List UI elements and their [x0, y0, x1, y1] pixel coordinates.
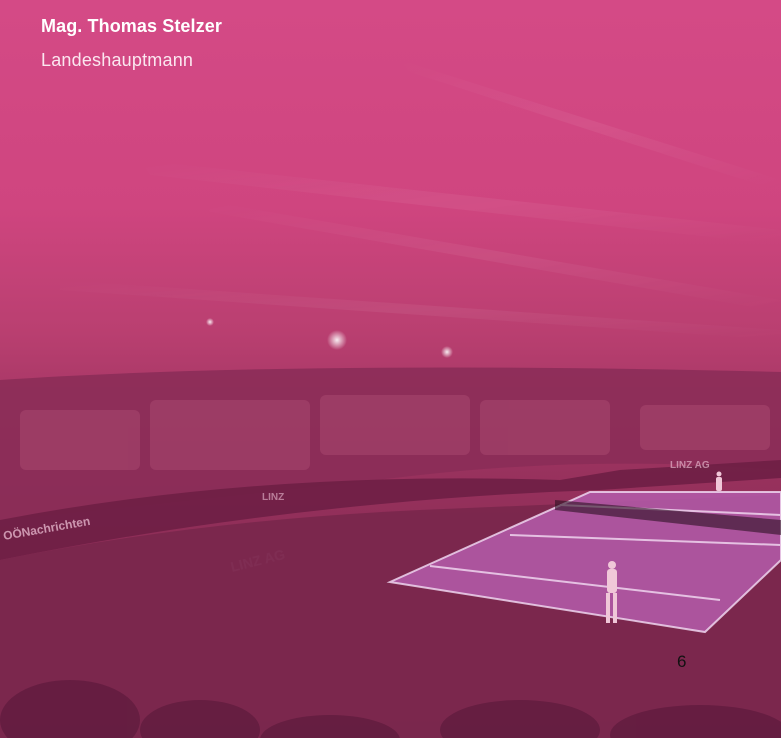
roof-light-beams: [60, 60, 781, 340]
document-page: OÖNachrichten LINZ AG LINZ LINZ AG: [0, 0, 781, 742]
svg-text:LINZ AG: LINZ AG: [670, 460, 710, 471]
bottom-edge: [0, 738, 781, 742]
arena-illustration: OÖNachrichten LINZ AG LINZ LINZ AG: [0, 60, 781, 742]
person-name: Mag. Thomas Stelzer: [41, 16, 222, 36]
tennis-arena-background-image: OÖNachrichten LINZ AG LINZ LINZ AG: [0, 0, 781, 742]
svg-text:LINZ: LINZ: [262, 492, 284, 503]
person-role: Landeshauptmann: [41, 50, 194, 70]
page-number: 6: [677, 652, 687, 671]
